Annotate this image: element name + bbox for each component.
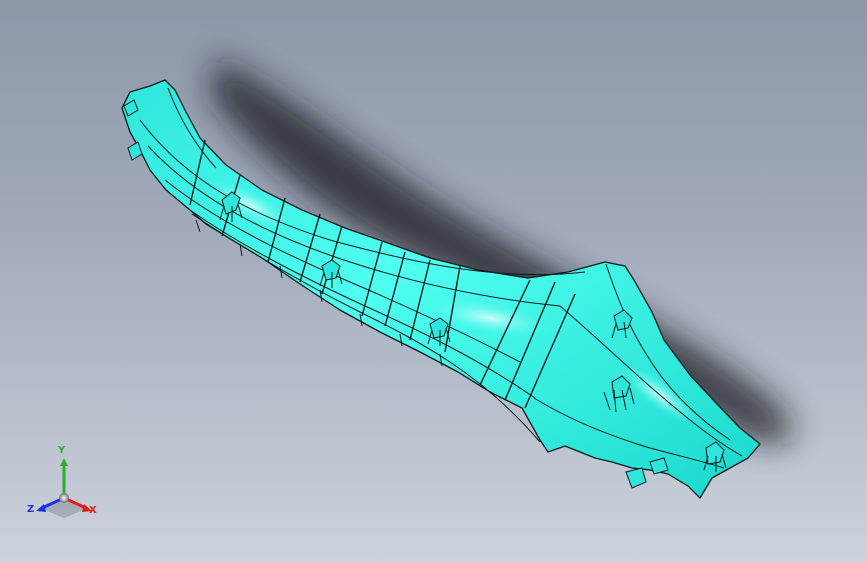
triad-y-label: Y bbox=[58, 445, 66, 456]
triad-x-label: X bbox=[89, 505, 97, 516]
triad-z-arrow bbox=[36, 504, 46, 512]
3d-viewport[interactable]: Y Z X bbox=[0, 0, 867, 562]
part-body[interactable] bbox=[121, 79, 761, 499]
triad-z-label: Z bbox=[27, 504, 35, 515]
triad-origin bbox=[59, 493, 69, 503]
triad-y-arrow bbox=[60, 458, 68, 466]
coordinate-triad: Y Z X bbox=[24, 446, 104, 526]
model-scene[interactable] bbox=[0, 0, 867, 562]
